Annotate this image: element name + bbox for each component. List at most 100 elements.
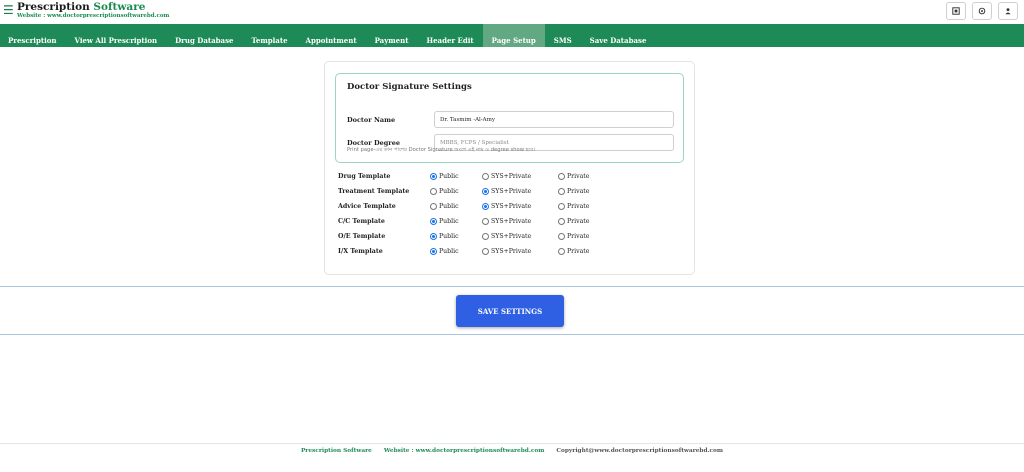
template-row: C/C Template Public SYS+Private Private: [338, 218, 688, 228]
radio-option-private[interactable]: Private: [558, 173, 589, 180]
main-nav: Prescription View All Prescription Drug …: [0, 24, 1024, 47]
doctor-signature-section: Doctor Signature Settings Doctor Name Dr…: [335, 73, 684, 163]
radio-option-sys-private[interactable]: SYS+Private: [482, 218, 531, 225]
radio-button[interactable]: [482, 218, 489, 225]
radio-button[interactable]: [558, 248, 565, 255]
template-row-label: I/X Template: [338, 248, 383, 255]
radio-option-label: SYS+Private: [491, 248, 532, 255]
nav-prescription[interactable]: Prescription: [0, 24, 66, 47]
radio-button[interactable]: [558, 218, 565, 225]
radio-option-label: Private: [567, 248, 590, 255]
template-row: I/X Template Public SYS+Private Private: [338, 248, 688, 258]
radio-option-private[interactable]: Private: [558, 248, 589, 255]
radio-option-label: Private: [567, 203, 590, 210]
radio-option-sys-private[interactable]: SYS+Private: [482, 203, 531, 210]
template-row: Treatment Template Public SYS+Private Priva…: [338, 188, 688, 198]
radio-option-public[interactable]: Public: [430, 188, 459, 195]
hamburger-menu-icon[interactable]: ☰: [3, 3, 14, 17]
radio-option-sys-private[interactable]: SYS+Private: [482, 188, 531, 195]
nav-save-database[interactable]: Save Database: [581, 24, 656, 47]
footer: Prescription Software Website : www.doct…: [0, 448, 1024, 462]
brand-website: Website : www.doctorprescriptionsoftware…: [17, 13, 170, 19]
radio-option-label: SYS+Private: [491, 203, 532, 210]
app-title-main: Prescription: [17, 1, 90, 13]
radio-option-label: Private: [567, 173, 590, 180]
radio-option-label: Public: [439, 218, 459, 225]
save-settings-button[interactable]: SAVE SETTINGS: [456, 295, 564, 327]
app-title: Prescription Software: [17, 1, 169, 13]
divider-bottom: [0, 334, 1024, 335]
radio-option-label: SYS+Private: [491, 218, 532, 225]
template-row: O/E Template Public SYS+Private Private: [338, 233, 688, 243]
template-row: Advice Template Public SYS+Private Private: [338, 203, 688, 213]
radio-button[interactable]: [430, 218, 437, 225]
template-row: Drug Template Public SYS+Private Private: [338, 173, 688, 183]
nav-sms[interactable]: SMS: [545, 24, 581, 47]
brand: Prescription Software Website : www.doct…: [17, 1, 169, 20]
nav-header-edit[interactable]: Header Edit: [417, 24, 482, 47]
section-title: Doctor Signature Settings: [347, 82, 472, 92]
radio-option-label: SYS+Private: [491, 188, 532, 195]
nav-template[interactable]: Template: [242, 24, 296, 47]
nav-appointment[interactable]: Appointment: [297, 24, 366, 47]
radio-option-public[interactable]: Public: [430, 203, 459, 210]
radio-option-private[interactable]: Private: [558, 233, 589, 240]
template-row-label: Treatment Template: [338, 188, 410, 195]
footer-brand: Prescription Software: [300, 448, 372, 454]
doctor-name-label: Doctor Name: [347, 116, 396, 124]
radio-option-public[interactable]: Public: [430, 248, 459, 255]
radio-option-label: Public: [439, 233, 459, 240]
expand-icon[interactable]: [946, 2, 966, 20]
radio-button[interactable]: [430, 203, 437, 210]
radio-button[interactable]: [482, 173, 489, 180]
radio-option-sys-private[interactable]: SYS+Private: [482, 248, 531, 255]
nav-view-all-prescription[interactable]: View All Prescription: [66, 24, 167, 47]
radio-button[interactable]: [558, 203, 565, 210]
radio-option-label: SYS+Private: [491, 233, 532, 240]
template-row-label: O/E Template: [338, 233, 386, 240]
top-header: ☰ Prescription Software Website : www.do…: [0, 0, 1024, 24]
radio-option-private[interactable]: Private: [558, 218, 589, 225]
radio-button[interactable]: [558, 233, 565, 240]
radio-option-public[interactable]: Public: [430, 233, 459, 240]
radio-button[interactable]: [430, 248, 437, 255]
radio-button[interactable]: [430, 188, 437, 195]
footer-copyright: Copyright@www.doctorprescriptionsoftware…: [556, 448, 724, 454]
template-row-label: Advice Template: [338, 203, 396, 210]
radio-button[interactable]: [430, 173, 437, 180]
template-row-label: C/C Template: [338, 218, 385, 225]
settings-icon[interactable]: [972, 2, 992, 20]
footer-divider: [0, 443, 1024, 444]
nav-drug-database[interactable]: Drug Database: [166, 24, 242, 47]
radio-button[interactable]: [482, 203, 489, 210]
radio-option-sys-private[interactable]: SYS+Private: [482, 233, 531, 240]
radio-option-sys-private[interactable]: SYS+Private: [482, 173, 531, 180]
radio-option-private[interactable]: Private: [558, 203, 589, 210]
radio-button[interactable]: [482, 188, 489, 195]
footer-website: Website : www.doctorprescriptionsoftware…: [383, 448, 545, 454]
radio-button[interactable]: [430, 233, 437, 240]
radio-button[interactable]: [558, 188, 565, 195]
radio-option-label: Public: [439, 188, 459, 195]
header-icon-group: [946, 2, 1018, 20]
divider-top: [0, 286, 1024, 287]
app-title-accent: Software: [93, 1, 146, 13]
radio-option-private[interactable]: Private: [558, 188, 589, 195]
radio-option-label: Private: [567, 188, 590, 195]
radio-option-label: Private: [567, 233, 590, 240]
radio-option-public[interactable]: Public: [430, 218, 459, 225]
radio-button[interactable]: [482, 248, 489, 255]
user-icon[interactable]: [998, 2, 1018, 20]
radio-option-label: Public: [439, 203, 459, 210]
radio-option-label: Private: [567, 218, 590, 225]
settings-card: Doctor Signature Settings Doctor Name Dr…: [324, 61, 695, 275]
radio-option-public[interactable]: Public: [430, 173, 459, 180]
radio-option-label: SYS+Private: [491, 173, 532, 180]
radio-button[interactable]: [558, 173, 565, 180]
nav-payment[interactable]: Payment: [366, 24, 418, 47]
doctor-degree-label: Doctor Degree: [347, 139, 400, 147]
radio-option-label: Public: [439, 173, 459, 180]
nav-page-setup[interactable]: Page Setup: [482, 24, 545, 47]
doctor-name-input[interactable]: Dr. Tasmim -Al-Amy: [434, 111, 674, 128]
radio-button[interactable]: [482, 233, 489, 240]
